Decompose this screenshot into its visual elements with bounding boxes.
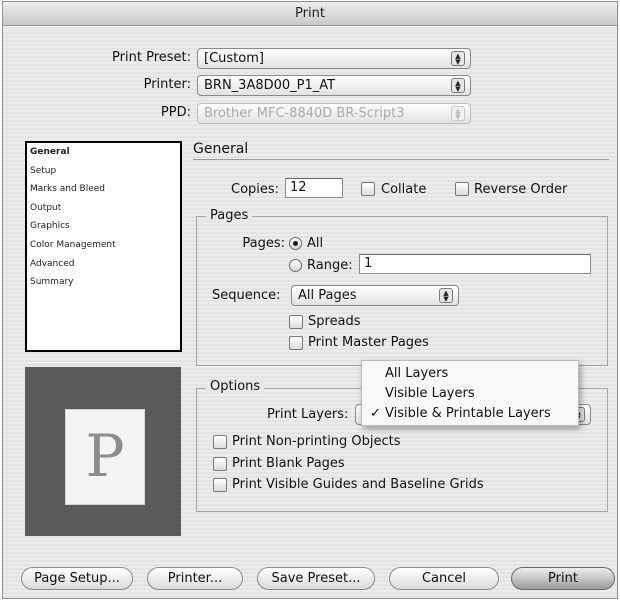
- print-dialog: Print Print Preset: [Custom] ▲ ▼ Printer:…: [2, 1, 618, 599]
- collate-label: Collate: [381, 182, 427, 197]
- checkmark-icon: ✓: [370, 406, 381, 421]
- collate-checkbox[interactable]: [361, 182, 375, 196]
- copies-label: Copies:: [231, 182, 280, 197]
- section-divider: [193, 159, 609, 160]
- menu-item-label: All Layers: [385, 366, 449, 381]
- range-radio[interactable]: [289, 259, 302, 272]
- print-layers-label: Print Layers:: [267, 407, 349, 422]
- spreads-label: Spreads: [308, 314, 361, 329]
- printer-label: Printer:: [143, 77, 191, 92]
- up-down-arrows-icon: ▲▼: [451, 106, 465, 121]
- pages-label: Pages:: [242, 236, 285, 251]
- ppd-value: Brother MFC-8840D BR-Script3: [204, 106, 405, 121]
- cancel-button[interactable]: Cancel: [389, 567, 499, 590]
- print-preset-select[interactable]: [Custom] ▲ ▼: [197, 48, 471, 69]
- print-preset-label: Print Preset:: [112, 50, 191, 65]
- options-group-label: Options: [206, 379, 265, 394]
- printer-select[interactable]: BRN_3A8D00_P1_AT ▲ ▼: [197, 75, 471, 96]
- all-pages-radio[interactable]: [289, 237, 302, 250]
- print-nonprinting-checkbox[interactable]: [213, 435, 227, 449]
- print-layers-menu: All Layers Visible Layers ✓ Visible & Pr…: [361, 360, 579, 426]
- category-list: General Setup Marks and Bleed Output Gra…: [25, 141, 182, 352]
- up-down-arrows-icon: ▲▼: [451, 78, 465, 93]
- page-setup-button[interactable]: Page Setup...: [21, 567, 133, 590]
- pages-group-label: Pages: [206, 208, 253, 223]
- sidebar-item-summary[interactable]: Summary: [27, 273, 180, 292]
- dialog-title: Print: [3, 2, 617, 26]
- print-guides-checkbox[interactable]: [213, 478, 227, 492]
- range-field[interactable]: 1: [359, 254, 591, 274]
- reverse-order-label: Reverse Order: [474, 182, 568, 197]
- copies-field[interactable]: 12: [285, 178, 343, 198]
- all-pages-label: All: [307, 236, 324, 251]
- menu-item-label: Visible Layers: [385, 386, 475, 401]
- section-title-general: General: [193, 141, 249, 157]
- sidebar-item-color-management[interactable]: Color Management: [27, 236, 180, 255]
- menu-item-all-layers[interactable]: All Layers: [362, 364, 578, 383]
- preview-glyph: P: [85, 422, 125, 490]
- menu-item-visible-layers[interactable]: Visible Layers: [362, 384, 578, 403]
- sidebar-item-output[interactable]: Output: [27, 199, 180, 218]
- up-down-arrows-icon: ▲▼: [439, 288, 453, 303]
- up-down-arrows-icon: ▲▼: [451, 51, 465, 66]
- sidebar-item-advanced[interactable]: Advanced: [27, 255, 180, 274]
- menu-item-label: Visible & Printable Layers: [385, 406, 551, 421]
- preview-page: P: [65, 409, 145, 505]
- sidebar-item-general[interactable]: General: [27, 143, 180, 162]
- print-blank-pages-checkbox[interactable]: [213, 457, 227, 471]
- print-master-pages-checkbox[interactable]: [289, 336, 303, 350]
- sidebar-item-marks-and-bleed[interactable]: Marks and Bleed: [27, 180, 180, 199]
- sequence-value: All Pages: [298, 288, 357, 303]
- print-blank-pages-label: Print Blank Pages: [232, 456, 345, 471]
- sequence-select[interactable]: All Pages ▲ ▼: [291, 285, 459, 306]
- menu-item-visible-printable-layers[interactable]: ✓ Visible & Printable Layers: [362, 404, 578, 423]
- print-nonprinting-label: Print Non-printing Objects: [232, 434, 401, 449]
- ppd-select: Brother MFC-8840D BR-Script3 ▲ ▼: [197, 103, 471, 124]
- spreads-checkbox[interactable]: [289, 315, 303, 329]
- print-master-pages-label: Print Master Pages: [308, 335, 429, 350]
- print-guides-label: Print Visible Guides and Baseline Grids: [232, 477, 484, 492]
- ppd-label: PPD:: [160, 105, 191, 120]
- sidebar-item-graphics[interactable]: Graphics: [27, 217, 180, 236]
- sequence-label: Sequence:: [212, 288, 281, 303]
- reverse-order-checkbox[interactable]: [455, 182, 469, 196]
- sidebar-item-setup[interactable]: Setup: [27, 162, 180, 181]
- print-button[interactable]: Print: [511, 567, 615, 590]
- range-label: Range:: [307, 258, 353, 273]
- print-preset-value: [Custom]: [204, 51, 264, 66]
- page-preview: P: [25, 367, 181, 536]
- printer-value: BRN_3A8D00_P1_AT: [204, 78, 336, 93]
- save-preset-button[interactable]: Save Preset...: [257, 567, 375, 590]
- printer-button[interactable]: Printer...: [147, 567, 243, 590]
